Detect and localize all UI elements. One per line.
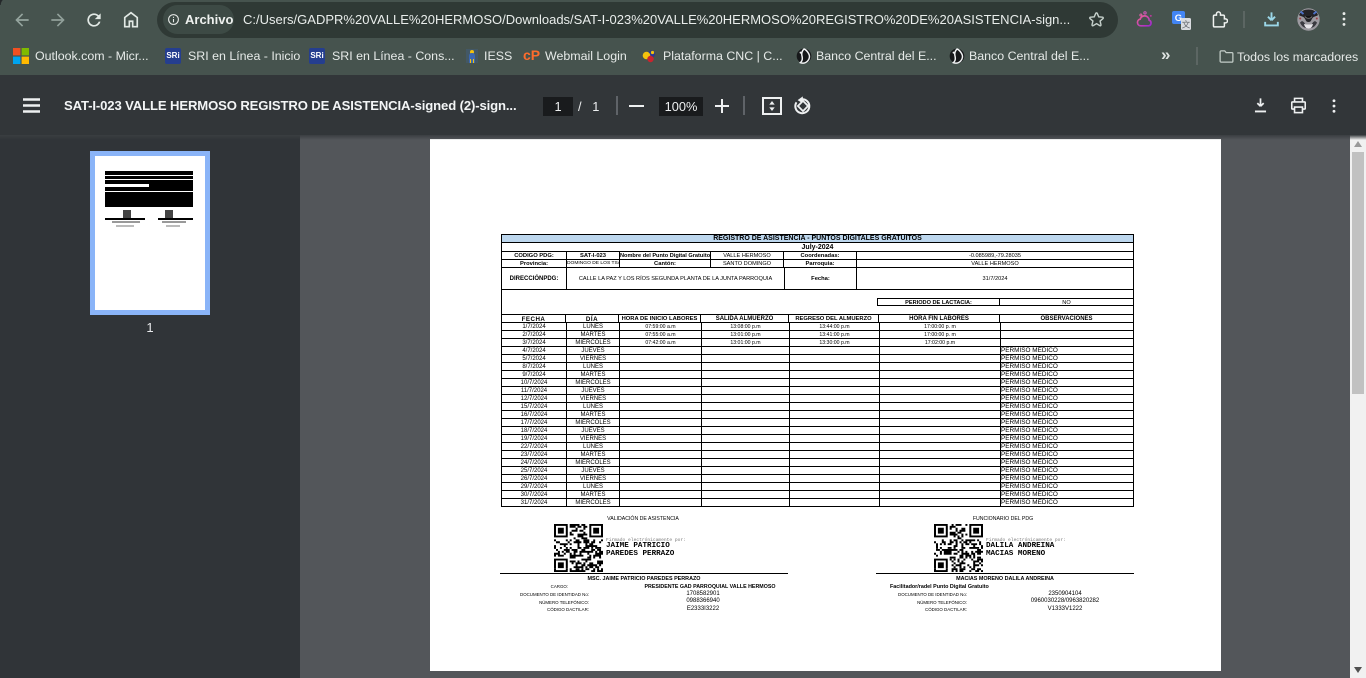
svg-text:文: 文 (1182, 20, 1191, 30)
